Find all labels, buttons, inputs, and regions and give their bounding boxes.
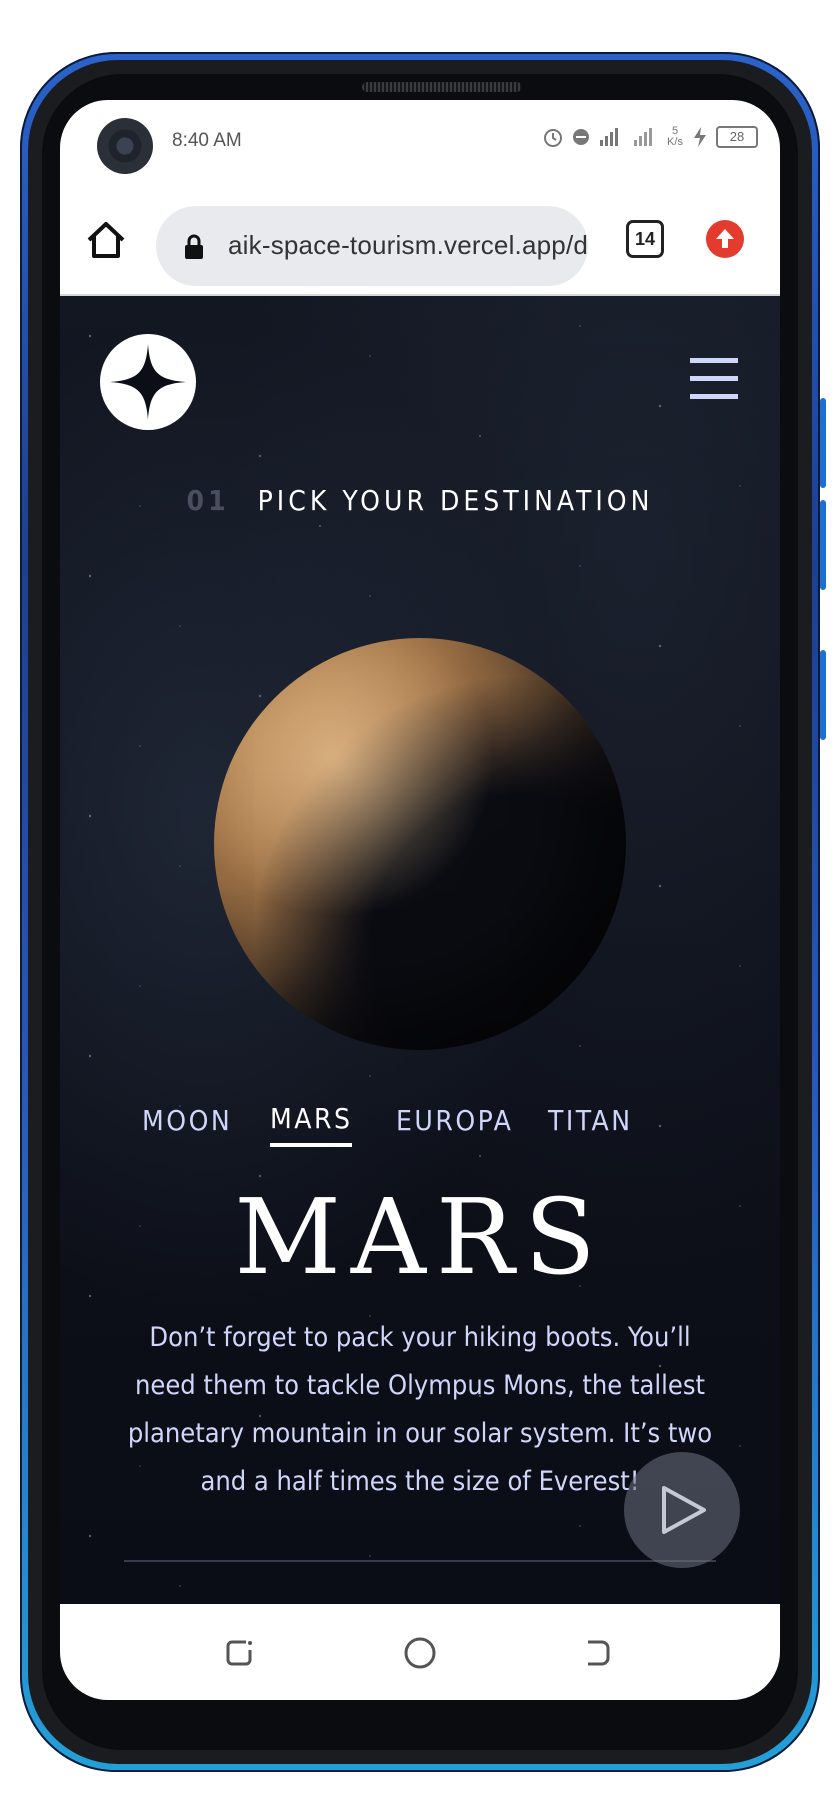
lock-icon [185, 234, 203, 259]
recents-icon[interactable] [222, 1636, 256, 1670]
tab-titan[interactable]: TITAN [548, 1104, 633, 1137]
browser-toolbar: aik-space-tourism.vercel.app/destination… [60, 190, 780, 296]
power-button [820, 650, 826, 740]
network-speed: 5 K/s [667, 125, 683, 148]
tabs-counter-button[interactable]: 14 [626, 220, 664, 258]
url-text: aik-space-tourism.vercel.app/destination [228, 230, 588, 260]
volume-up-button [820, 398, 826, 488]
earpiece-speaker [362, 82, 522, 92]
address-bar[interactable]: aik-space-tourism.vercel.app/destination [156, 206, 588, 286]
signal-icon [600, 128, 618, 146]
front-camera [97, 118, 153, 174]
tab-mars[interactable]: MARS [270, 1102, 353, 1147]
planet-image [214, 638, 626, 1050]
home-icon[interactable] [84, 218, 128, 262]
status-icons: 5 K/s 28 [542, 126, 758, 148]
system-navigation-bar [60, 1604, 780, 1700]
extension-icon [716, 229, 734, 248]
hamburger-line [690, 358, 738, 363]
play-button[interactable] [624, 1452, 740, 1568]
signal-icon-2 [634, 128, 652, 146]
section-title: PICK YOUR DESTINATION [257, 484, 654, 517]
alarm-icon [544, 129, 562, 147]
home-circle-icon[interactable] [403, 1636, 437, 1670]
charging-icon [694, 127, 706, 147]
volume-down-button [820, 500, 826, 590]
status-time: 8:40 AM [172, 130, 242, 151]
phone-screen: 8:40 AM 5 K/s 28 aik-space-tourism.verce… [60, 100, 780, 1700]
hamburger-menu-button[interactable] [690, 358, 738, 400]
battery-level: 28 [729, 129, 745, 144]
planet-name: MARS [234, 1176, 606, 1298]
section-number: 01 [186, 484, 230, 517]
destination-page: 01 PICK YOUR DESTINATION MOON MARS EUROPA… [60, 296, 780, 1604]
dnd-icon [573, 129, 589, 145]
section-heading: 01 PICK YOUR DESTINATION [60, 484, 780, 517]
extension-button[interactable] [706, 220, 744, 258]
logo-star-icon [110, 344, 186, 420]
back-icon[interactable] [580, 1636, 614, 1670]
play-icon [662, 1486, 706, 1534]
battery-icon: 28 [716, 126, 758, 148]
hamburger-line [690, 376, 738, 381]
tab-europa[interactable]: EUROPA [396, 1104, 513, 1137]
hamburger-line [690, 394, 738, 399]
tab-moon[interactable]: MOON [142, 1104, 232, 1137]
status-bar: 8:40 AM 5 K/s 28 [60, 100, 780, 190]
site-logo[interactable] [100, 334, 196, 430]
